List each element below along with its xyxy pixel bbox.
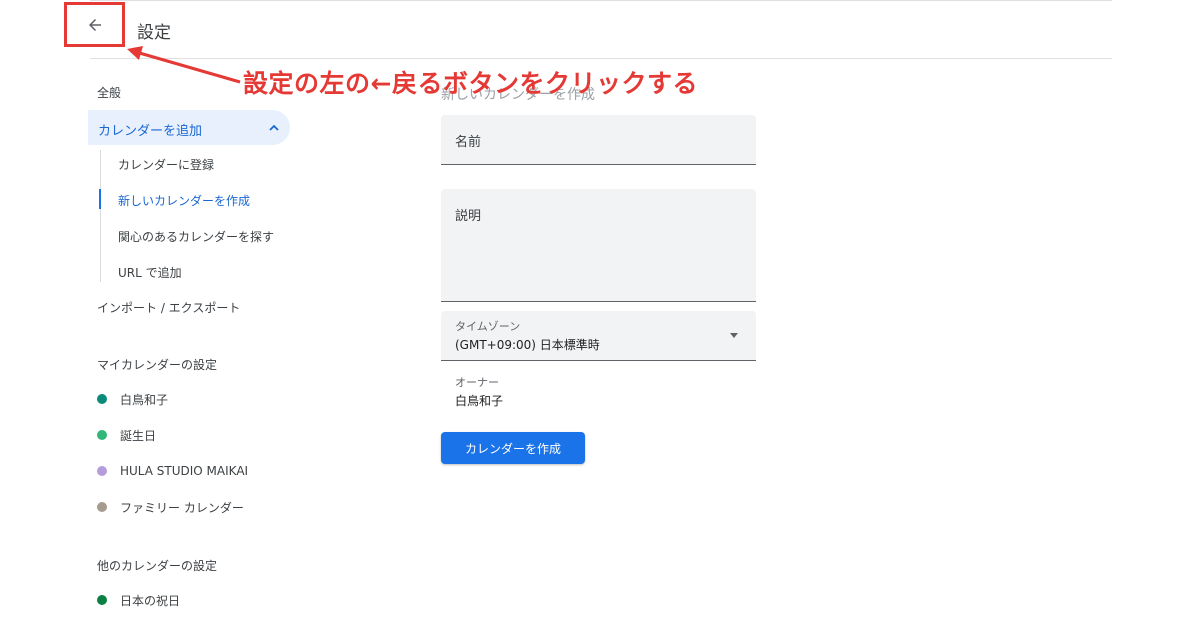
create-calendar-button[interactable]: カレンダーを作成 <box>441 432 585 464</box>
sidebar-subitem-create[interactable]: 新しいカレンダーを作成 <box>118 192 250 209</box>
sidebar-subitem-url[interactable]: URL で追加 <box>118 264 182 281</box>
calendar-item[interactable]: 日本の祝日 <box>97 592 180 608</box>
calendar-item[interactable]: HULA STUDIO MAIKAI <box>97 463 248 479</box>
name-field-label: 名前 <box>455 135 482 150</box>
caret-down-icon <box>730 333 738 338</box>
sidebar-item-import-export[interactable]: インポート / エクスポート <box>97 299 240 316</box>
sidebar-item-add-calendar[interactable]: カレンダーを追加 <box>88 110 290 145</box>
description-field[interactable]: 説明 <box>441 189 756 302</box>
my-calendars-heading: マイカレンダーの設定 <box>97 358 218 372</box>
calendar-item[interactable]: ファミリー カレンダー <box>97 499 244 515</box>
calendar-color-dot <box>97 595 107 605</box>
calendar-color-dot <box>97 502 107 512</box>
description-field-label: 説明 <box>455 209 482 224</box>
calendar-color-dot <box>97 394 107 404</box>
calendar-color-dot <box>97 466 107 476</box>
sidebar-subitem-subscribe[interactable]: カレンダーに登録 <box>118 156 214 173</box>
annotation-text: 設定の左の←戻るボタンをクリックする <box>243 69 698 98</box>
sidebar-item-label: カレンダーを追加 <box>98 124 203 139</box>
calendar-item[interactable]: 誕生日 <box>97 427 156 443</box>
timezone-select[interactable]: タイムゾーン (GMT+09:00) 日本標準時 <box>441 311 756 361</box>
owner-value: 白鳥和子 <box>455 394 504 408</box>
chevron-up-icon <box>269 124 279 131</box>
owner-label: オーナー <box>455 376 499 389</box>
calendar-name: 白鳥和子 <box>120 392 169 407</box>
name-field[interactable]: 名前 <box>441 115 756 165</box>
sidebar-subitem-browse[interactable]: 関心のあるカレンダーを探す <box>118 228 274 245</box>
timezone-value: (GMT+09:00) 日本標準時 <box>455 338 600 352</box>
subnav-active-marker <box>99 189 101 209</box>
calendar-item[interactable]: 白鳥和子 <box>97 391 168 407</box>
calendar-color-dot <box>97 430 107 440</box>
calendar-name: 誕生日 <box>120 428 157 443</box>
calendar-name: ファミリー カレンダー <box>120 500 244 515</box>
calendar-name: HULA STUDIO MAIKAI <box>120 464 249 478</box>
calendar-name: 日本の祝日 <box>120 593 181 608</box>
timezone-label: タイムゾーン <box>455 320 521 333</box>
subnav-line <box>100 150 101 282</box>
sidebar-item-general[interactable]: 全般 <box>97 84 121 101</box>
other-calendars-heading: 他のカレンダーの設定 <box>97 559 218 573</box>
